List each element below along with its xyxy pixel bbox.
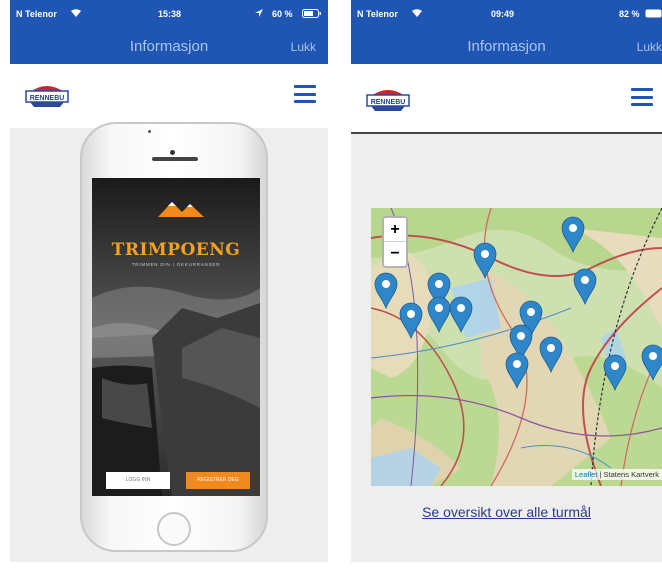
marker-icon[interactable] (603, 354, 627, 392)
title-bar: Informasjon Lukk (10, 28, 328, 64)
battery-icon (645, 9, 662, 18)
trail-map[interactable]: + − Leaflet | Statens Kartverk (371, 208, 662, 486)
leaflet-link[interactable]: Leaflet (575, 470, 598, 479)
app-subtitle: TRIMMEN DIN I OKKURRANSER (131, 262, 221, 267)
marker-icon[interactable] (505, 352, 529, 390)
marker-icon[interactable] (561, 216, 585, 254)
register-button[interactable]: REGISTRER DEG (186, 472, 250, 489)
page-title: Informasjon (129, 38, 209, 55)
location-icon (255, 9, 263, 17)
page-title: Informasjon (467, 38, 546, 55)
status-time: 09:49 (491, 9, 515, 19)
attribution-source: | Statens Kartverk (599, 470, 659, 479)
home-button (157, 512, 191, 546)
title-bar: Informasjon Lukk (351, 28, 662, 64)
marker-layer (374, 216, 662, 392)
wifi-icon (71, 9, 81, 17)
marker-icon[interactable] (473, 242, 497, 280)
status-bar: N Telenor 15:38 60 % (10, 0, 328, 28)
marker-icon[interactable] (641, 344, 662, 382)
nav-bar: RENNEBU (10, 64, 328, 128)
sensor-dot (148, 130, 151, 133)
rennebu-logo[interactable]: RENNEBU (24, 80, 70, 110)
status-bar: N Telenor 09:49 82 % (351, 0, 662, 28)
battery-percent: 60 % (272, 9, 293, 19)
overview-link[interactable]: Se oversikt over alle turmål (351, 504, 662, 520)
battery-icon (302, 9, 321, 18)
marker-icon[interactable] (374, 272, 398, 310)
marker-icon[interactable] (573, 268, 597, 306)
app-title: TRIMPOENG (111, 240, 241, 260)
logo-text: RENNEBU (30, 95, 65, 102)
map-attribution: Leaflet | Statens Kartverk (571, 469, 662, 480)
battery-percent: 82 % (619, 9, 640, 19)
camera-icon (170, 150, 175, 155)
speaker-grille (152, 157, 198, 161)
nav-bar: RENNEBU (351, 64, 662, 134)
left-screen: N Telenor 15:38 60 % Informasjon Lukk RE… (10, 0, 328, 562)
carrier-label: N Telenor (16, 9, 57, 19)
logo-text: RENNEBU (371, 99, 406, 106)
wifi-icon (412, 9, 422, 17)
marker-icon[interactable] (399, 302, 423, 340)
status-time: 15:38 (158, 9, 182, 19)
phone-screen: TRIMPOENG TRIMMEN DIN I OKKURRANSER LOGG… (92, 178, 260, 496)
landscape-photo (92, 178, 260, 496)
phone-mockup: TRIMPOENG TRIMMEN DIN I OKKURRANSER LOGG… (80, 122, 268, 552)
carrier-label: N Telenor (357, 9, 398, 19)
menu-icon[interactable] (294, 85, 316, 103)
marker-icon[interactable] (449, 296, 473, 334)
login-button[interactable]: LOGG INN (106, 472, 170, 489)
right-screen: N Telenor 09:49 82 % Informasjon Lukk RE… (351, 0, 662, 562)
rennebu-logo[interactable]: RENNEBU (365, 84, 411, 114)
close-button[interactable]: Lukk (291, 40, 316, 54)
menu-icon[interactable] (631, 88, 653, 106)
marker-icon[interactable] (539, 336, 563, 374)
marker-icon[interactable] (427, 296, 451, 334)
close-button[interactable]: Lukk (637, 40, 662, 54)
